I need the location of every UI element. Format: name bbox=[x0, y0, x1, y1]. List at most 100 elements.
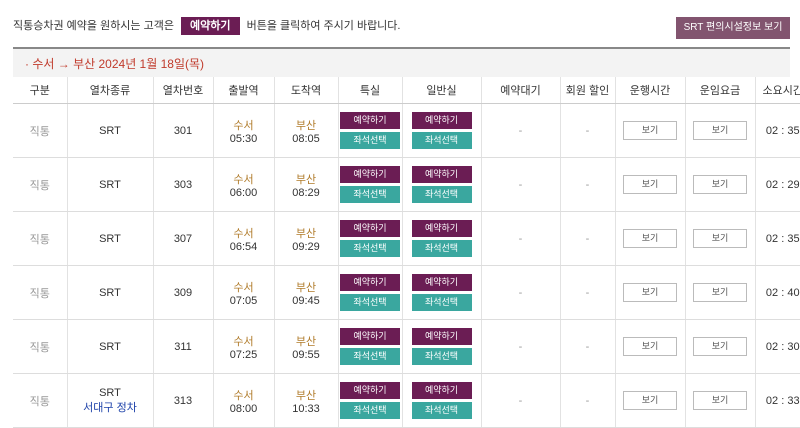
discount-cell: - bbox=[559, 157, 615, 212]
train-number-cell: 303 bbox=[152, 157, 213, 212]
header-cell: 소요시간 bbox=[754, 77, 800, 104]
schedule-view-button[interactable]: 보기 bbox=[623, 337, 677, 356]
notice-reserve-button[interactable]: 예약하기 bbox=[181, 17, 240, 36]
first-class-reserve-button[interactable]: 예약하기 bbox=[340, 166, 400, 183]
standard-reserve-button[interactable]: 예약하기 bbox=[411, 166, 472, 183]
header-cell: 구분 bbox=[13, 77, 67, 104]
standard-seat-select-button[interactable]: 좌석선택 bbox=[411, 132, 472, 149]
train-type-text: SRT bbox=[99, 286, 121, 299]
fare-view-button[interactable]: 보기 bbox=[693, 391, 747, 410]
discount-value: - bbox=[585, 286, 590, 299]
duration-value: 02 : 35 bbox=[765, 232, 800, 245]
departure-station: 수서 bbox=[233, 335, 254, 348]
arrival-station: 부산 bbox=[295, 173, 317, 186]
waitlist-cell: - bbox=[480, 157, 560, 212]
departure-cell: 수서 05:30 bbox=[212, 103, 274, 158]
waitlist-cell: - bbox=[480, 373, 560, 428]
type-text: 직통 bbox=[29, 287, 50, 300]
waitlist-cell: - bbox=[480, 319, 560, 374]
standard-reserve-button[interactable]: 예약하기 bbox=[411, 220, 472, 237]
schedule-view-button[interactable]: 보기 bbox=[623, 283, 677, 302]
first-class-seat-select-button[interactable]: 좌석선택 bbox=[340, 240, 400, 257]
fare-view-button[interactable]: 보기 bbox=[693, 283, 747, 302]
discount-cell: - bbox=[559, 103, 615, 158]
type-text: 직통 bbox=[29, 341, 50, 354]
arrival-time: 09:29 bbox=[292, 240, 320, 253]
standard-seat-select-button[interactable]: 좌석선택 bbox=[411, 348, 472, 365]
duration-cell: 02 : 35 bbox=[754, 103, 800, 158]
departure-station: 수서 bbox=[233, 227, 254, 240]
arrival-time: 09:55 bbox=[292, 348, 320, 361]
standard-seat-select-button[interactable]: 좌석선택 bbox=[411, 186, 472, 203]
srt-facility-info-button[interactable]: SRT 편의시설정보 보기 bbox=[676, 17, 790, 39]
table-row: 직통 SRT 서대구 정차 313 수서 08:00 부산 10:33 예약하기 좌석선택 예약하기… bbox=[13, 373, 800, 428]
first-class-reserve-button[interactable]: 예약하기 bbox=[340, 328, 400, 345]
schedule-view-button[interactable]: 보기 bbox=[623, 391, 677, 410]
train-type-text: SRT bbox=[99, 232, 121, 245]
table-header-row: 구분 열차종류 열차번호 출발역 도착역 특실 일반실 예약대기 회원 할인 운… bbox=[13, 77, 800, 104]
fare-view-button[interactable]: 보기 bbox=[693, 229, 747, 248]
schedule-cell: 보기 bbox=[614, 157, 685, 212]
fare-view-button[interactable]: 보기 bbox=[693, 337, 747, 356]
first-class-seat-select-button[interactable]: 좌석선택 bbox=[340, 132, 400, 149]
departure-cell: 수서 07:05 bbox=[212, 265, 274, 320]
type-cell: 직통 bbox=[13, 211, 67, 266]
standard-seat-select-button[interactable]: 좌석선택 bbox=[411, 240, 472, 257]
first-class-cell: 예약하기좌석선택 bbox=[337, 103, 402, 158]
first-class-seat-select-button[interactable]: 좌석선택 bbox=[340, 186, 400, 203]
standard-cell: 예약하기좌석선택 bbox=[401, 265, 481, 320]
fare-view-button[interactable]: 보기 bbox=[693, 121, 747, 140]
notice-text-after: 버튼을 클릭하여 주시기 바랍니다. bbox=[246, 20, 401, 32]
departure-cell: 수서 08:00 bbox=[212, 373, 274, 428]
departure-time: 07:25 bbox=[229, 348, 258, 361]
standard-reserve-button[interactable]: 예약하기 bbox=[411, 328, 472, 345]
standard-reserve-button[interactable]: 예약하기 bbox=[411, 112, 472, 129]
standard-seat-select-button[interactable]: 좌석선택 bbox=[411, 402, 472, 419]
first-class-cell: 예약하기좌석선택 bbox=[337, 319, 402, 374]
schedule-cell: 보기 bbox=[614, 211, 685, 266]
schedule-view-button[interactable]: 보기 bbox=[623, 121, 677, 140]
first-class-cell: 예약하기좌석선택 bbox=[337, 265, 402, 320]
first-class-reserve-button[interactable]: 예약하기 bbox=[340, 382, 400, 399]
schedule-view-button[interactable]: 보기 bbox=[623, 175, 677, 194]
first-class-reserve-button[interactable]: 예약하기 bbox=[340, 112, 400, 129]
duration-cell: 02 : 30 bbox=[754, 319, 800, 374]
departure-time: 05:30 bbox=[229, 132, 258, 145]
header-cell: 운행시간 bbox=[614, 77, 685, 104]
arrival-time: 08:05 bbox=[292, 132, 320, 145]
first-class-seat-select-button[interactable]: 좌석선택 bbox=[340, 402, 400, 419]
train-type-cell: SRT bbox=[66, 319, 153, 374]
first-class-seat-select-button[interactable]: 좌석선택 bbox=[340, 294, 400, 311]
notice-text-before: 직통승차권 예약을 원하시는 고객은 bbox=[13, 20, 174, 32]
standard-reserve-button[interactable]: 예약하기 bbox=[411, 382, 472, 399]
waitlist-cell: - bbox=[480, 211, 560, 266]
header-cell: 열차번호 bbox=[152, 77, 213, 104]
first-class-cell: 예약하기좌석선택 bbox=[337, 373, 402, 428]
train-type-cell: SRT 서대구 정차 bbox=[66, 373, 153, 428]
fare-cell: 보기 bbox=[684, 319, 755, 374]
table-row: 직통 SRT 303 수서 06:00 부산 08:29 예약하기 좌석선택 예약하기 좌석선택 - -… bbox=[13, 157, 800, 212]
discount-value: - bbox=[585, 394, 590, 407]
train-number-cell: 301 bbox=[152, 103, 213, 158]
departure-time: 06:00 bbox=[229, 186, 258, 199]
fare-view-button[interactable]: 보기 bbox=[693, 175, 747, 194]
schedule-view-button[interactable]: 보기 bbox=[623, 229, 677, 248]
train-table: 구분 열차종류 열차번호 출발역 도착역 특실 일반실 예약대기 회원 할인 운… bbox=[13, 77, 800, 428]
duration-cell: 02 : 29 bbox=[754, 157, 800, 212]
standard-seat-select-button[interactable]: 좌석선택 bbox=[411, 294, 472, 311]
arrival-cell: 부산 10:33 bbox=[273, 373, 338, 428]
train-type-cell: SRT bbox=[66, 265, 153, 320]
first-class-reserve-button[interactable]: 예약하기 bbox=[340, 274, 400, 291]
standard-reserve-button[interactable]: 예약하기 bbox=[411, 274, 472, 291]
standard-cell: 예약하기좌석선택 bbox=[401, 103, 481, 158]
train-type-text: SRT bbox=[99, 340, 121, 353]
type-cell: 직통 bbox=[13, 319, 67, 374]
first-class-seat-select-button[interactable]: 좌석선택 bbox=[340, 348, 400, 365]
waitlist-value: - bbox=[518, 340, 523, 353]
discount-value: - bbox=[585, 124, 590, 137]
waitlist-value: - bbox=[518, 286, 523, 299]
train-number: 313 bbox=[173, 394, 193, 407]
arrival-cell: 부산 09:55 bbox=[273, 319, 338, 374]
train-number: 303 bbox=[173, 178, 193, 191]
first-class-reserve-button[interactable]: 예약하기 bbox=[340, 220, 400, 237]
